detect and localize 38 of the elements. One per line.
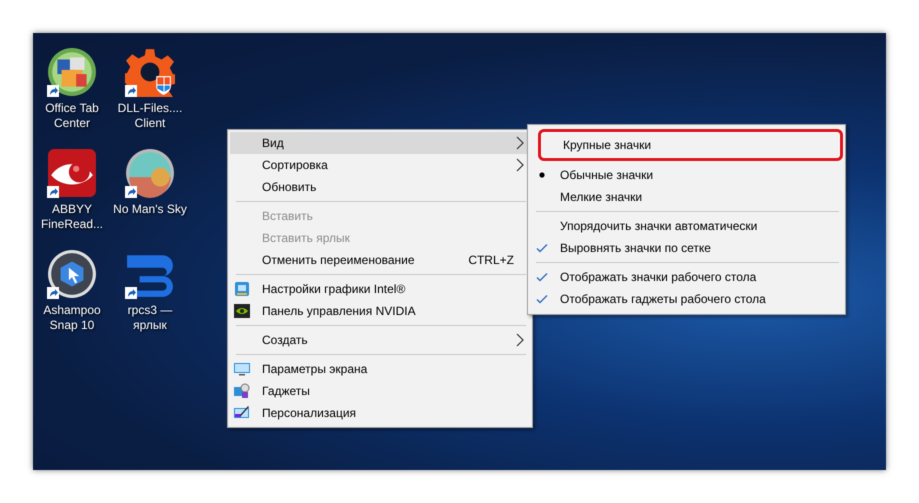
gadget-icon [234, 383, 250, 399]
monitor-icon [234, 361, 250, 377]
shortcut-label: ABBYY [52, 202, 92, 217]
shortcut-label: rpcs3 — [128, 303, 172, 318]
menu-item[interactable]: Настройки графики Intel® [230, 278, 530, 300]
menu-item[interactable]: Отображать значки рабочего стола [530, 266, 843, 288]
menu-item[interactable]: Параметры экрана [230, 358, 530, 380]
gear-icon [125, 47, 175, 97]
menu-item[interactable]: Отменить переименование CTRL+Z [230, 249, 530, 271]
menu-item[interactable]: Отображать гаджеты рабочего стола [530, 288, 843, 310]
menu-item[interactable]: Обновить [230, 176, 530, 198]
menu-item[interactable]: Панель управления NVIDIA [230, 300, 530, 322]
eye-icon [47, 148, 97, 198]
shortcut-label: DLL-Files.... [118, 101, 182, 116]
planet-icon [125, 148, 175, 198]
menu-item[interactable]: Обычные значки [530, 164, 843, 186]
menu-item[interactable]: Выровнять значки по сетке [530, 237, 843, 259]
shortcut-label: Office Tab [45, 101, 99, 116]
shortcut-label: Center [54, 116, 90, 131]
aperture-icon [47, 249, 97, 299]
menu-item[interactable]: Персонализация [230, 402, 530, 424]
shortcut-label: No Man's Sky [113, 202, 187, 217]
shortcut-label: ярлык [133, 318, 167, 333]
menu-item[interactable]: Вид [230, 132, 530, 154]
shortcut-label: Snap 10 [50, 318, 94, 333]
monitor-icon [234, 281, 250, 297]
menu-item[interactable]: Сортировка [230, 154, 530, 176]
menu-item[interactable]: Упорядочить значки автоматически [530, 215, 843, 237]
shortcut-label: Client [134, 116, 166, 131]
office-logo-icon [47, 47, 97, 97]
menu-item[interactable]: Мелкие значки [530, 186, 843, 208]
menu-item[interactable]: Крупные значки [541, 134, 840, 156]
paintbrush-icon [234, 405, 250, 421]
shortcut-label: Ashampoo [43, 303, 101, 318]
eye-icon [234, 303, 250, 319]
menu-item[interactable]: Гаджеты [230, 380, 530, 402]
shortcut-label: FineRead... [40, 217, 104, 232]
menu-item[interactable]: Создать [230, 329, 530, 351]
